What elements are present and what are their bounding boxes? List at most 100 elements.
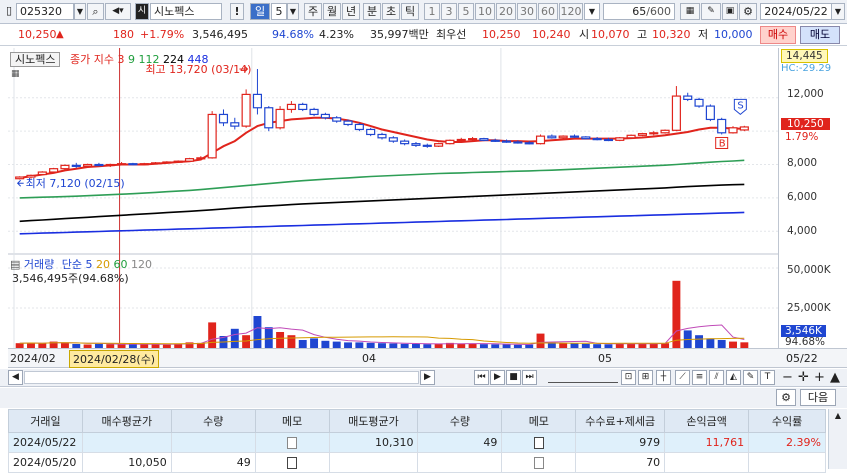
candle-body bbox=[569, 135, 580, 138]
first-icon[interactable]: ⏮ bbox=[474, 370, 489, 385]
memo-edit-icon[interactable] bbox=[254, 452, 330, 473]
interval-30-button[interactable]: 30 bbox=[517, 3, 537, 20]
stop-icon[interactable]: ■ bbox=[506, 370, 521, 385]
interval-20-button[interactable]: 20 bbox=[496, 3, 516, 20]
candle-body bbox=[694, 98, 704, 107]
layout-icon[interactable]: ▦ bbox=[680, 3, 700, 20]
cell-fee: 70 bbox=[575, 452, 666, 473]
stock-name-field[interactable]: 시노펙스 bbox=[150, 3, 222, 20]
chart-title: 시노펙스 bbox=[10, 52, 61, 67]
speed-slider[interactable] bbox=[548, 372, 618, 383]
memo-doc-icon[interactable] bbox=[501, 452, 577, 473]
col-buy-memo[interactable]: 메모 bbox=[254, 409, 330, 433]
trend-icon[interactable]: ⟋ bbox=[675, 370, 690, 385]
candle-body bbox=[71, 164, 81, 167]
volume-bar bbox=[536, 333, 545, 348]
volume-bar bbox=[287, 335, 296, 348]
marker-icon[interactable]: ◭ bbox=[726, 370, 741, 385]
scroll-left-icon[interactable]: ◀ bbox=[8, 370, 23, 385]
interval-dropdown-icon[interactable]: ▼ bbox=[584, 3, 600, 20]
bar-count-input[interactable]: 65/600 bbox=[603, 3, 675, 20]
scroll-right-icon[interactable]: ▶ bbox=[420, 370, 435, 385]
volume-ratio: 94.68% bbox=[272, 28, 314, 41]
col-sell-memo[interactable]: 메모 bbox=[501, 409, 577, 433]
text-icon[interactable]: T bbox=[760, 370, 775, 385]
sound-icon[interactable]: ◀▾ bbox=[105, 3, 131, 20]
period-day-button[interactable]: 일 bbox=[250, 3, 270, 20]
zoom-in-icon[interactable]: + bbox=[814, 370, 825, 385]
period-second-button[interactable]: 초 bbox=[382, 3, 400, 20]
crosshair-icon[interactable]: ┼ bbox=[656, 370, 671, 385]
col-return-rate[interactable]: 수익률 bbox=[748, 409, 826, 433]
period-minute-button[interactable]: 분 bbox=[363, 3, 381, 20]
table-toolbar: ⚙ 다음 bbox=[0, 388, 847, 408]
col-pnl[interactable]: 손익금액 bbox=[664, 409, 750, 433]
table-row[interactable]: 2024/05/20 10,050 49 70 bbox=[8, 452, 826, 473]
zoom-box-icon[interactable]: ⊞ bbox=[638, 370, 653, 385]
memo-doc-icon[interactable] bbox=[254, 432, 330, 453]
last-icon[interactable]: ⏭ bbox=[522, 370, 537, 385]
buy-button[interactable]: 매수 bbox=[760, 26, 796, 44]
tools-icon[interactable]: ✎ bbox=[701, 3, 721, 20]
scroll-track[interactable] bbox=[24, 371, 419, 384]
ma-448-label: 448 bbox=[187, 53, 209, 66]
volume-bar bbox=[695, 335, 704, 348]
interval-60-button[interactable]: 60 bbox=[538, 3, 558, 20]
draw-icon[interactable]: ✎ bbox=[743, 370, 758, 385]
search-icon[interactable]: ⌕ bbox=[87, 3, 104, 20]
date-dropdown-icon[interactable]: ▼ bbox=[831, 3, 845, 20]
expand-icon[interactable]: ▲ bbox=[830, 370, 840, 385]
candle-body bbox=[218, 113, 229, 124]
sell-button[interactable]: 매도 bbox=[800, 26, 840, 44]
col-sell-qty[interactable]: 수량 bbox=[417, 409, 503, 433]
cell-buy-qty: 49 bbox=[170, 452, 256, 473]
move-icon[interactable]: ✛ bbox=[798, 370, 809, 385]
settings-gear-icon[interactable]: ⚙ bbox=[739, 3, 757, 20]
zoom-fit-icon[interactable]: ⊡ bbox=[621, 370, 636, 385]
window-icon[interactable]: ▯ bbox=[2, 3, 16, 20]
interval-1-button[interactable]: 1 bbox=[424, 3, 440, 20]
code-dropdown-icon[interactable]: ▼ bbox=[74, 3, 86, 20]
channel-icon[interactable]: ⫽ bbox=[709, 370, 724, 385]
interval-5-button[interactable]: 5 bbox=[458, 3, 474, 20]
col-buy-qty[interactable]: 수량 bbox=[170, 409, 256, 433]
price-volume-chart[interactable]: 최고 13,720 (03/14)최저 7,120 (02/15)SB bbox=[8, 48, 778, 348]
next-button[interactable]: 다음 bbox=[800, 389, 836, 406]
scroll-up-icon[interactable]: ▲ bbox=[829, 411, 847, 420]
col-trade-date[interactable]: 거래일 bbox=[8, 409, 83, 433]
table-row[interactable]: 2024/05/22 10,310 49 979 11,761 2.39% bbox=[8, 432, 826, 453]
grid-icon[interactable]: ▦ bbox=[11, 69, 23, 79]
memo-edit-icon[interactable] bbox=[501, 432, 577, 453]
low-label: 저 bbox=[698, 28, 709, 41]
x-axis[interactable]: 2024/02 2024/02/28(수) 04 05 05/22 bbox=[8, 348, 847, 368]
period-week-button[interactable]: 주 bbox=[304, 3, 322, 20]
col-buy-avg[interactable]: 매수평균가 bbox=[81, 409, 172, 433]
interval-3-button[interactable]: 3 bbox=[441, 3, 457, 20]
col-fee[interactable]: 수수료+제세금 bbox=[575, 409, 666, 433]
table-scrollbar[interactable]: ▲ bbox=[828, 409, 847, 469]
alert-button[interactable]: ! bbox=[230, 3, 244, 20]
candle-body bbox=[581, 136, 591, 140]
period-year-button[interactable]: 년 bbox=[342, 3, 360, 20]
chart-area[interactable]: 최고 13,720 (03/14) 최저 7,120 (02/15) S B bbox=[8, 48, 778, 348]
y-axis[interactable]: 14,445 HC:-29.29 12,000 10,250 1.79% 8,0… bbox=[778, 48, 847, 348]
date-input[interactable]: 2024/05/22 bbox=[760, 3, 832, 20]
fib-icon[interactable]: ≡ bbox=[692, 370, 707, 385]
candle-body bbox=[513, 141, 523, 144]
high-price: 10,320 bbox=[652, 28, 691, 41]
period-tick-button[interactable]: 틱 bbox=[401, 3, 419, 20]
play-icon[interactable]: ▶ bbox=[490, 370, 505, 385]
period-value-input[interactable]: 5 bbox=[271, 3, 287, 20]
stock-code-input[interactable]: 025320 bbox=[16, 3, 74, 20]
period-month-button[interactable]: 월 bbox=[323, 3, 341, 20]
zoom-out-icon[interactable]: − bbox=[782, 370, 793, 385]
table-settings-gear-icon[interactable]: ⚙ bbox=[776, 389, 796, 406]
candle-body bbox=[649, 132, 659, 135]
period-dropdown-icon[interactable]: ▼ bbox=[287, 3, 299, 20]
interval-120-button[interactable]: 120 bbox=[559, 3, 583, 20]
save-icon[interactable]: ▣ bbox=[722, 3, 738, 20]
col-sell-avg[interactable]: 매도평균가 bbox=[328, 409, 419, 433]
cell-sell-avg: 10,310 bbox=[328, 432, 419, 453]
interval-10-button[interactable]: 10 bbox=[475, 3, 495, 20]
sell-marker-label: S bbox=[737, 100, 743, 111]
